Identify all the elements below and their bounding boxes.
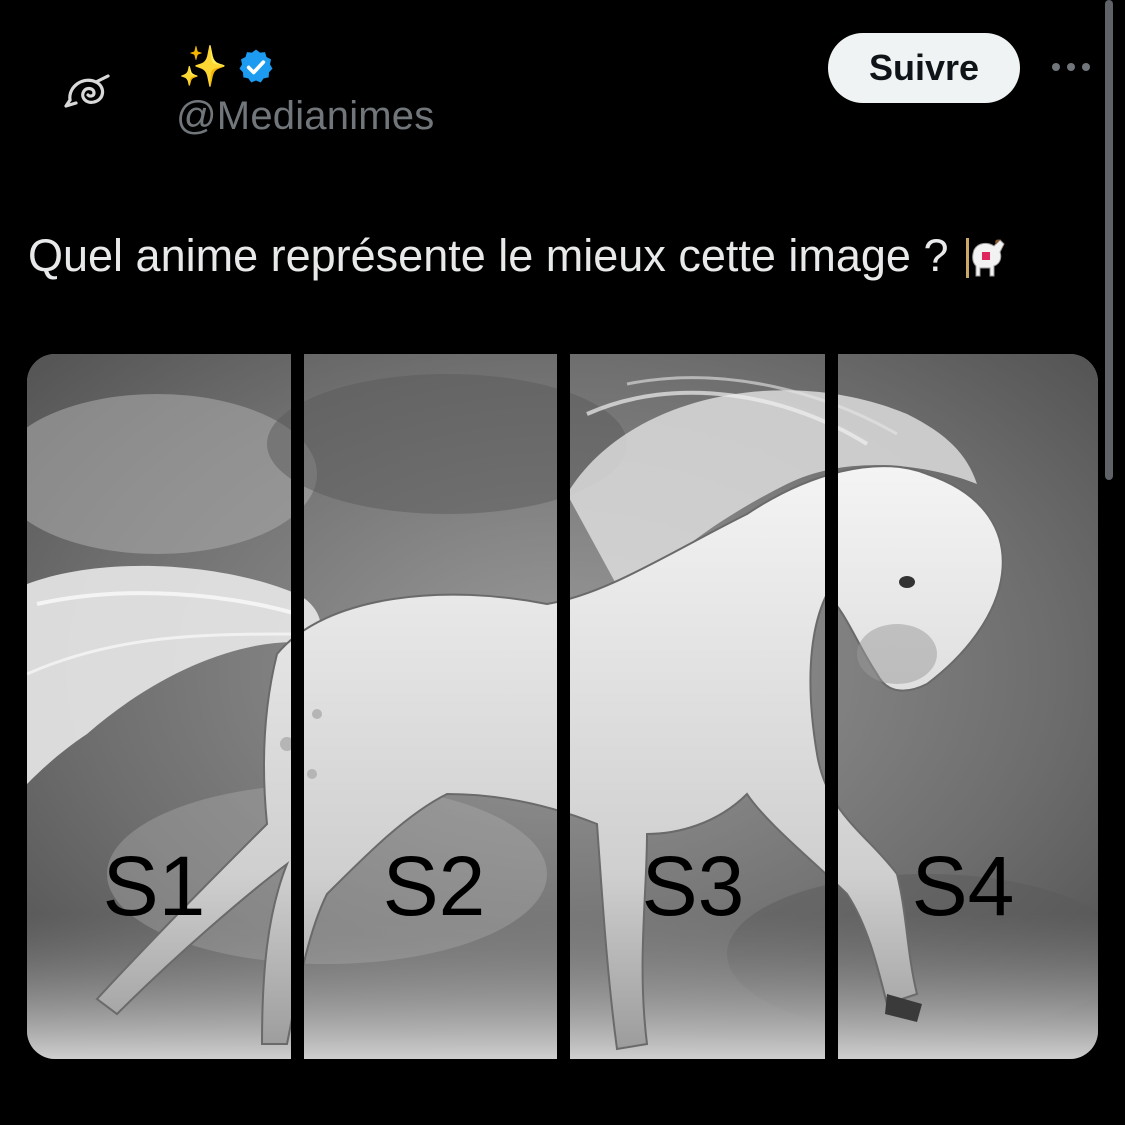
more-dot xyxy=(1067,63,1075,71)
scrollbar[interactable] xyxy=(1105,0,1113,480)
panel-label-s1: S1 xyxy=(102,839,206,933)
panel-label-s4: S4 xyxy=(911,839,1015,933)
display-name[interactable]: ✨ xyxy=(178,42,276,92)
carousel-horse-icon xyxy=(966,238,1006,278)
user-handle[interactable]: @Medianimes xyxy=(176,94,434,139)
avatar[interactable] xyxy=(64,66,112,114)
panel-divider xyxy=(291,354,304,1059)
more-options-icon[interactable] xyxy=(1046,52,1096,82)
more-dot xyxy=(1082,63,1090,71)
panel-label-s2: S2 xyxy=(382,839,486,933)
panel-label-s3: S3 xyxy=(641,839,745,933)
leaf-village-symbol-icon xyxy=(64,74,110,108)
verified-badge-icon xyxy=(239,49,273,83)
follow-button[interactable]: Suivre xyxy=(828,33,1020,103)
panel-divider xyxy=(825,354,838,1059)
sparkles-emoji: ✨ xyxy=(178,44,228,90)
tweet-image[interactable]: S1 S2 S3 S4 xyxy=(27,354,1098,1059)
more-dot xyxy=(1052,63,1060,71)
panel-divider xyxy=(557,354,570,1059)
tweet-text: Quel anime représente le mieux cette ima… xyxy=(28,228,1016,284)
tweet-text-content: Quel anime représente le mieux cette ima… xyxy=(28,230,949,281)
